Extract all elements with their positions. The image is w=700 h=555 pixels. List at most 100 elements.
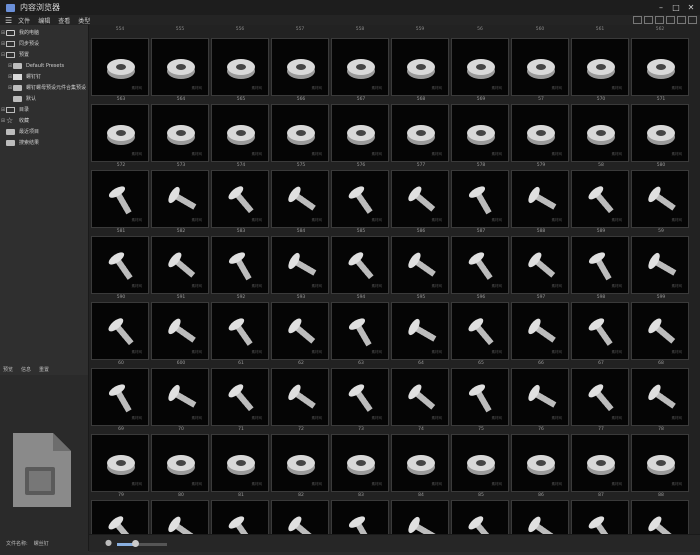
thumbnail-item[interactable]: 素材网 74	[391, 368, 449, 432]
thumbnail-item[interactable]: 素材网 87	[571, 434, 629, 498]
thumbnail-item[interactable]: 素材网 84	[391, 434, 449, 498]
thumbnail-item[interactable]: 素材网 570	[571, 38, 629, 102]
thumbnail-item[interactable]: 素材网 57	[511, 38, 569, 102]
thumbnail-item[interactable]: 素材网 599	[631, 236, 689, 300]
thumbnail-item[interactable]: 素材网 589	[571, 170, 629, 234]
thumbnail-item[interactable]: 素材网 64	[391, 302, 449, 366]
thumbnail-item[interactable]: 素材网 75	[451, 368, 509, 432]
maximize-icon[interactable]: □	[669, 2, 683, 13]
tree-item[interactable]: ⊞ Default Presets	[0, 60, 88, 71]
tree-item[interactable]: ⊞ ☆ 收藏	[0, 115, 88, 126]
tree-item[interactable]: ⊞ 我的电脑	[0, 27, 88, 38]
thumbnail-item[interactable]: 素材网 59	[631, 170, 689, 234]
thumbnail-item[interactable]: 素材网	[91, 500, 149, 534]
thumbnail-item[interactable]: 素材网	[271, 500, 329, 534]
thumbnail-item[interactable]: 素材网 579	[511, 104, 569, 168]
thumbnail-item[interactable]: 素材网 572	[91, 104, 149, 168]
tree-item[interactable]: ⊞ 目录	[0, 104, 88, 115]
thumbnail-item[interactable]: 素材网 564	[151, 38, 209, 102]
thumbnail-item[interactable]: 素材网 587	[451, 170, 509, 234]
thumbnail-item[interactable]: 素材网 596	[451, 236, 509, 300]
thumbnail-item[interactable]: 素材网 573	[151, 104, 209, 168]
thumbnail-item[interactable]: 素材网 79	[91, 434, 149, 498]
thumbnail-item[interactable]: 素材网 586	[391, 170, 449, 234]
thumbnail-item[interactable]: 素材网 566	[271, 38, 329, 102]
tree-item[interactable]: 默认	[0, 93, 88, 104]
thumbnail-item[interactable]: 素材网 86	[511, 434, 569, 498]
thumbnail-item[interactable]: 素材网 68	[631, 302, 689, 366]
thumbnail-item[interactable]: 素材网 70	[151, 368, 209, 432]
menu-edit[interactable]: 编辑	[38, 16, 50, 25]
thumbnail-item[interactable]: 素材网 76	[511, 368, 569, 432]
thumbnail-item[interactable]: 素材网 595	[391, 236, 449, 300]
tree-item[interactable]: 最近项目	[0, 126, 88, 137]
thumbnail-item[interactable]: 素材网	[151, 500, 209, 534]
tree-item[interactable]: ⊞ 同步预设	[0, 38, 88, 49]
thumbnail-item[interactable]: 素材网 590	[91, 236, 149, 300]
thumbnail-item[interactable]: 素材网 578	[451, 104, 509, 168]
tab-preview[interactable]: 预览	[3, 366, 13, 373]
thumbnail-item[interactable]: 素材网 597	[511, 236, 569, 300]
thumbnail-item[interactable]: 素材网 65	[451, 302, 509, 366]
thumbnail-item[interactable]: 素材网 598	[571, 236, 629, 300]
close-icon[interactable]: ✕	[684, 2, 698, 13]
tree-item[interactable]: ⊞ 螺钉螺母预设元件合集预设	[0, 82, 88, 93]
thumbnail-item[interactable]: 素材网 67	[571, 302, 629, 366]
thumbnail-item[interactable]: 素材网 60	[91, 302, 149, 366]
thumbnail-item[interactable]: 素材网 583	[211, 170, 269, 234]
view-list-icon[interactable]	[644, 16, 653, 24]
thumbnail-item[interactable]: 素材网 77	[571, 368, 629, 432]
thumbnail-item[interactable]: 素材网 81	[211, 434, 269, 498]
home-icon[interactable]	[666, 16, 675, 24]
minimize-icon[interactable]: –	[654, 2, 668, 13]
thumbnail-item[interactable]: 素材网 592	[211, 236, 269, 300]
thumbnail-item[interactable]: 素材网 565	[211, 38, 269, 102]
thumbnail-item[interactable]: 素材网 576	[331, 104, 389, 168]
thumbnail-item[interactable]: 素材网 73	[331, 368, 389, 432]
zoom-thumb[interactable]	[131, 540, 139, 547]
thumbnail-item[interactable]: 素材网 82	[271, 434, 329, 498]
thumbnail-item[interactable]: 素材网 580	[631, 104, 689, 168]
thumbnail-item[interactable]: 素材网 588	[511, 170, 569, 234]
thumbnail-item[interactable]: 素材网 582	[151, 170, 209, 234]
thumbnail-item[interactable]: 素材网	[391, 500, 449, 534]
thumbnail-item[interactable]: 素材网 571	[631, 38, 689, 102]
thumbnail-item[interactable]: 素材网 58	[571, 104, 629, 168]
menu-file[interactable]: 文件	[18, 16, 30, 25]
thumbnail-item[interactable]: 素材网	[331, 500, 389, 534]
thumbnail-item[interactable]: 素材网 600	[151, 302, 209, 366]
zoom-slider[interactable]	[117, 540, 167, 547]
thumbnail-item[interactable]: 素材网 72	[271, 368, 329, 432]
tab-reset[interactable]: 重置	[39, 366, 49, 373]
thumbnail-item[interactable]: 素材网 62	[271, 302, 329, 366]
thumbnail-item[interactable]: 素材网 577	[391, 104, 449, 168]
thumbnail-item[interactable]: 素材网 83	[331, 434, 389, 498]
thumbnail-item[interactable]: 素材网 567	[331, 38, 389, 102]
thumbnail-item[interactable]: 素材网 88	[631, 434, 689, 498]
thumbnail-item[interactable]: 素材网	[631, 500, 689, 534]
forward-icon[interactable]	[688, 16, 697, 24]
thumbnail-item[interactable]: 素材网 78	[631, 368, 689, 432]
thumbnail-item[interactable]: 素材网 593	[271, 236, 329, 300]
view-mode-icon[interactable]	[633, 16, 642, 24]
thumbnail-item[interactable]: 素材网	[211, 500, 269, 534]
thumbnail-item[interactable]: 素材网 585	[331, 170, 389, 234]
thumbnail-item[interactable]: 素材网 569	[451, 38, 509, 102]
view-grid-icon[interactable]	[655, 16, 664, 24]
tree-item[interactable]: ⊞ 螺钉钉	[0, 71, 88, 82]
thumbnail-item[interactable]: 素材网 80	[151, 434, 209, 498]
thumbnail-item[interactable]: 素材网 66	[511, 302, 569, 366]
tree-item[interactable]: ⊟ 预置	[0, 49, 88, 60]
thumbnail-item[interactable]: 素材网	[571, 500, 629, 534]
thumbnail-item[interactable]: 素材网 584	[271, 170, 329, 234]
back-icon[interactable]	[677, 16, 686, 24]
thumbnail-item[interactable]: 素材网 71	[211, 368, 269, 432]
hamburger-icon[interactable]: ☰	[5, 16, 12, 25]
thumbnail-item[interactable]: 素材网 563	[91, 38, 149, 102]
thumbnail-item[interactable]: 素材网 63	[331, 302, 389, 366]
thumbnail-item[interactable]: 素材网 575	[271, 104, 329, 168]
thumbnail-item[interactable]: 素材网 85	[451, 434, 509, 498]
thumbnail-item[interactable]: 素材网 69	[91, 368, 149, 432]
thumbnail-item[interactable]: 素材网 594	[331, 236, 389, 300]
thumbnail-item[interactable]: 素材网	[451, 500, 509, 534]
